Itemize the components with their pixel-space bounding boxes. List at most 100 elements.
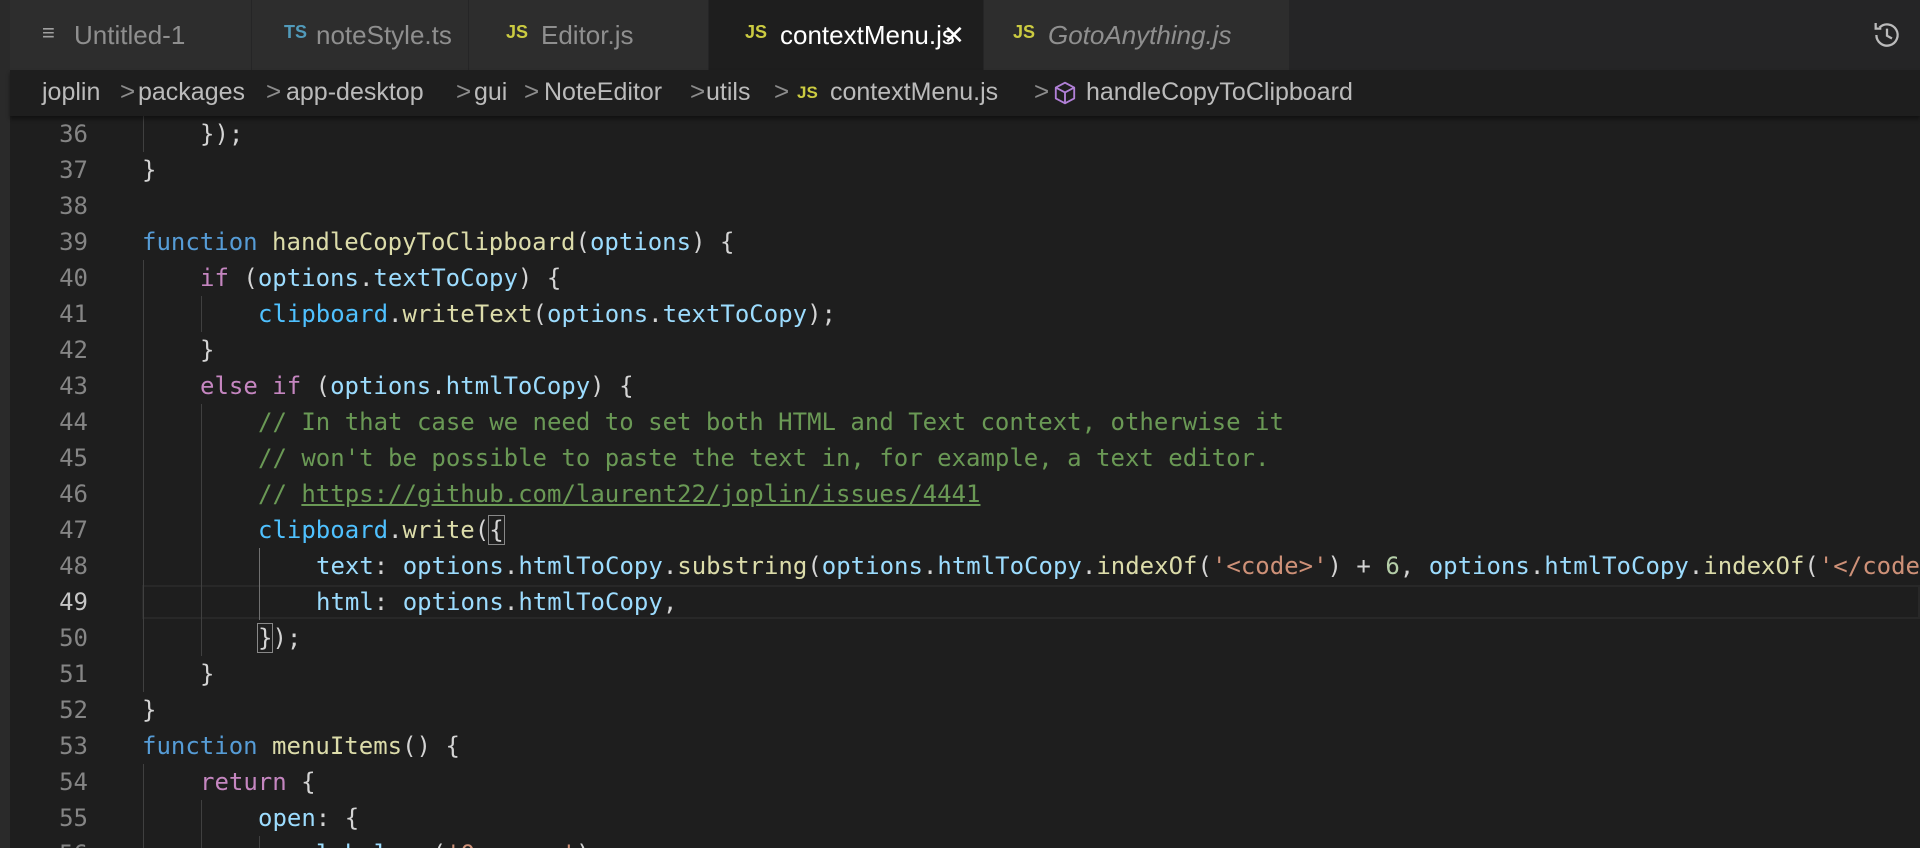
chevron-right-icon: > — [690, 76, 706, 106]
code-token: . — [648, 299, 663, 328]
code-token: options — [257, 263, 359, 292]
code-token: . — [503, 551, 519, 580]
code-line[interactable]: 50}); — [10, 619, 1920, 656]
code-line[interactable]: 39 function handleCopyToClipboard(options… — [10, 224, 1920, 260]
code-token: . — [358, 263, 374, 292]
code-token: } — [200, 335, 215, 364]
code-token: } — [256, 622, 274, 653]
code-line[interactable]: 38 — [10, 188, 1920, 224]
indent-guide — [143, 835, 144, 848]
breadcrumb-item-packages[interactable]: packages — [138, 78, 245, 107]
code-token: htmlToCopy — [518, 587, 663, 616]
code-line[interactable]: 44 // In that case we need to set both HT… — [10, 403, 1920, 440]
breadcrumb-item-gui[interactable]: gui — [474, 78, 507, 107]
code-token: if — [272, 371, 302, 400]
breadcrumb-item-utils[interactable]: utils — [706, 78, 750, 107]
code-line[interactable]: 51} — [10, 655, 1920, 692]
code-line[interactable]: 46 // https://github.com/laurent22/joplin… — [10, 475, 1920, 512]
code-token: } — [142, 155, 157, 184]
indent-guide — [143, 655, 144, 692]
code-token: menuItems — [272, 731, 403, 760]
line-number: 46 — [59, 479, 88, 508]
code-token: _ — [417, 840, 431, 848]
code-token: . — [1081, 551, 1097, 580]
tab-label: Untitled-1 — [74, 20, 186, 50]
line-number: 52 — [59, 695, 88, 724]
code-token: else — [200, 371, 258, 400]
line-number: 38 — [59, 191, 88, 220]
code-text: if (options.textToCopy) { — [200, 260, 561, 296]
line-number: 36 — [59, 119, 88, 148]
code-token: } — [142, 695, 157, 724]
code-line[interactable]: 49 html: options.htmlToCopy, — [10, 583, 1920, 620]
line-number: 40 — [59, 263, 88, 292]
lines-icon: ≡ — [42, 20, 55, 45]
indent-guide — [201, 619, 202, 656]
code-token: ( — [228, 263, 258, 292]
history-icon[interactable] — [1870, 18, 1904, 52]
code-text: } — [200, 332, 214, 368]
code-token: () { — [402, 731, 460, 760]
breadcrumb-item-symbol[interactable]: handleCopyToClipboard — [1086, 78, 1353, 107]
code-token: . — [388, 299, 403, 328]
code-token: htmlToCopy — [937, 551, 1082, 580]
code-text: clipboard.write({ — [258, 512, 505, 548]
indent-guide — [143, 259, 144, 296]
indent-guide — [143, 403, 144, 440]
line-number: 47 — [59, 515, 88, 544]
tab-editor-js[interactable]: JS Editor.js — [469, 0, 709, 70]
tab-label: Editor.js — [541, 20, 634, 50]
symbol-method-icon — [1054, 81, 1076, 105]
tab-bar: ≡ Untitled-1 TS noteStyle.ts JS Editor.j… — [10, 0, 1920, 70]
code-token: ) { — [590, 371, 634, 400]
code-token: options — [402, 587, 504, 616]
code-line[interactable]: 48 text: options.htmlToCopy.substring(opt… — [10, 547, 1920, 584]
line-number: 43 — [59, 371, 88, 400]
code-line[interactable]: 53 function menuItems() { — [10, 728, 1920, 764]
code-line[interactable]: 45 // won't be possible to paste the text… — [10, 439, 1920, 476]
code-line[interactable]: 43 else if (options.htmlToCopy) { — [10, 367, 1920, 404]
indent-guide — [201, 835, 202, 848]
code-line[interactable]: 42} — [10, 331, 1920, 368]
breadcrumb-item-app-desktop[interactable]: app-desktop — [286, 78, 424, 107]
code-token: function — [142, 227, 258, 256]
code-line[interactable]: 37} — [10, 152, 1920, 188]
code-text: // In that case we need to set both HTML… — [258, 404, 1284, 440]
code-line[interactable]: 41 clipboard.writeText(options.textToCopy… — [10, 295, 1920, 332]
code-line[interactable]: 56 label: _('Open...'), — [10, 835, 1920, 848]
code-line[interactable]: 40 if (options.textToCopy) { — [10, 259, 1920, 296]
code-text: }); — [256, 620, 301, 656]
code-text: // https://github.com/laurent22/joplin/i… — [258, 476, 980, 512]
code-token: htmlToCopy — [518, 551, 663, 580]
code-token: ( — [432, 840, 446, 848]
chevron-right-icon: > — [1034, 76, 1050, 106]
tab-notestyle-ts[interactable]: TS noteStyle.ts — [252, 0, 469, 70]
code-line[interactable]: 52} — [10, 692, 1920, 728]
close-icon[interactable]: ✕ — [943, 20, 965, 51]
code-token: options — [1428, 551, 1530, 580]
code-line[interactable]: 55 open: { — [10, 799, 1920, 836]
tab-contextmenu-js[interactable]: JS contextMenu.js ✕ — [709, 0, 984, 70]
code-token: indexOf — [1096, 551, 1198, 580]
code-text: } — [142, 692, 156, 728]
breadcrumb-item-joplin[interactable]: joplin — [42, 78, 100, 107]
indent-guide — [201, 547, 202, 584]
breadcrumb-item-noteeditor[interactable]: NoteEditor — [544, 78, 662, 107]
code-token: ( — [575, 227, 590, 256]
code-line[interactable]: 36}); — [10, 116, 1920, 152]
tab-gotoanything-js[interactable]: JS GotoAnything.js — [984, 0, 1290, 70]
code-token: // In that case we need to set both HTML… — [258, 407, 1284, 436]
code-line[interactable]: 47 clipboard.write({ — [10, 511, 1920, 548]
code-text: } — [142, 152, 156, 188]
code-token: '</code — [1818, 551, 1920, 580]
indent-guide — [201, 583, 202, 620]
tab-untitled-1[interactable]: ≡ Untitled-1 — [10, 0, 252, 70]
code-text: }); — [200, 116, 243, 152]
breadcrumb-item-file[interactable]: contextMenu.js — [830, 78, 998, 107]
code-line[interactable]: 54 return { — [10, 763, 1920, 800]
code-editor[interactable]: 36}); 37} 38 39 function handleCopyToClipboa… — [10, 116, 1920, 848]
code-token: ( — [807, 551, 822, 580]
code-token: substring — [677, 551, 808, 580]
